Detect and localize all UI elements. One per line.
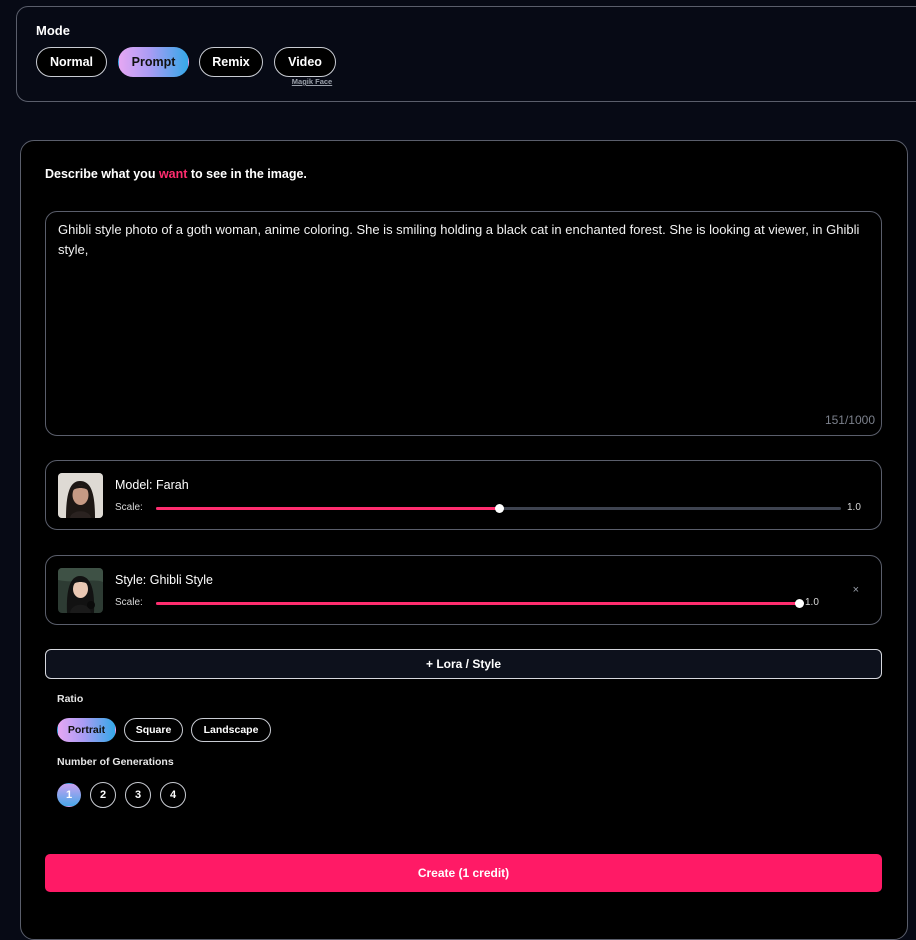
scale-slider-fill — [156, 602, 799, 605]
add-lora-style-button[interactable]: + Lora / Style — [45, 649, 882, 679]
prompt-text[interactable]: Ghibli style photo of a goth woman, anim… — [58, 220, 861, 260]
char-count: 151/1000 — [824, 413, 875, 427]
mode-prompt-button[interactable]: Prompt — [118, 47, 189, 77]
scale-slider[interactable] — [156, 504, 841, 513]
scale-slider-fill — [156, 507, 499, 510]
prompt-heading-highlight: want — [158, 167, 188, 181]
ratio-label: Ratio — [57, 693, 84, 705]
generations-label: Number of Generations — [57, 756, 174, 768]
ratio-landscape-button[interactable]: Landscape — [191, 718, 271, 742]
mode-normal-button[interactable]: Normal — [36, 47, 107, 77]
lora-card-style: Style: Ghibli Style Scale: 1.0 × — [45, 555, 882, 625]
mode-video-button[interactable]: Video — [274, 47, 336, 77]
style-avatar — [58, 568, 103, 613]
scale-label: Scale: — [115, 597, 143, 608]
lora-name: Style: Ghibli Style — [115, 573, 213, 587]
prompt-textarea[interactable]: Ghibli style photo of a goth woman, anim… — [45, 211, 882, 436]
lora-card-model: Model: Farah Scale: 1.0 — [45, 460, 882, 530]
video-sublabel-link[interactable]: Magik Face — [282, 77, 342, 86]
generations-3-button[interactable]: 3 — [125, 782, 151, 808]
create-button[interactable]: Create (1 credit) — [45, 854, 882, 892]
scale-slider-thumb[interactable] — [795, 599, 804, 608]
mode-panel: Mode Normal Prompt Remix Video Magik Fac… — [16, 6, 916, 102]
scale-value: 1.0 — [805, 597, 819, 608]
generations-1-button[interactable]: 1 — [57, 783, 81, 807]
scale-slider[interactable] — [156, 599, 804, 608]
generations-2-button[interactable]: 2 — [90, 782, 116, 808]
scale-slider-thumb[interactable] — [494, 504, 504, 513]
generations-4-button[interactable]: 4 — [160, 782, 186, 808]
prompt-panel: Describe what you want to see in the ima… — [20, 140, 908, 940]
ratio-portrait-button[interactable]: Portrait — [57, 718, 116, 742]
model-avatar — [58, 473, 103, 518]
mode-title: Mode — [36, 23, 70, 38]
prompt-heading-end: to see in the image. — [187, 167, 307, 181]
prompt-heading-start: Describe what you — [45, 167, 159, 181]
mode-remix-button[interactable]: Remix — [199, 47, 263, 77]
scale-label: Scale: — [115, 502, 143, 513]
lora-name: Model: Farah — [115, 478, 189, 492]
remove-lora-button[interactable]: × — [853, 584, 859, 596]
prompt-heading: Describe what you want to see in the ima… — [45, 167, 307, 181]
ratio-square-button[interactable]: Square — [124, 718, 183, 742]
scale-value: 1.0 — [847, 502, 861, 513]
